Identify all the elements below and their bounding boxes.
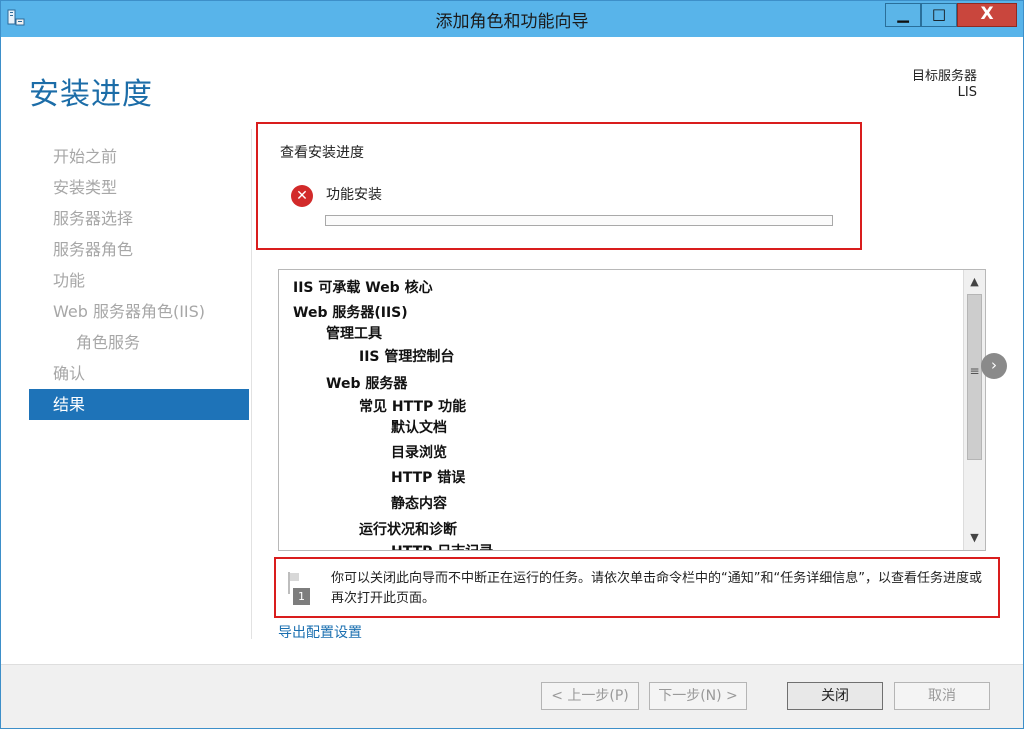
grip-icon: ≡ <box>969 364 980 378</box>
nav-item-features[interactable]: 功能 <box>29 265 249 296</box>
close-button[interactable]: 关闭 <box>787 682 883 710</box>
scroll-up-icon[interactable]: ▲ <box>964 272 985 292</box>
error-icon: ✕ <box>291 185 313 207</box>
vertical-scrollbar[interactable]: ▲ ≡ ▼ <box>963 270 985 550</box>
wizard-window: 添加角色和功能向导 ▁ □ X 安装进度 目标服务器 LIS 开始之前 安装类型… <box>0 0 1024 729</box>
features-list[interactable]: IIS 可承载 Web 核心 Web 服务器(IIS) 管理工具 IIS 管理控制台 W… <box>278 269 986 551</box>
target-server-name: LIS <box>957 85 977 100</box>
nav-item-server-selection[interactable]: 服务器选择 <box>29 203 249 234</box>
nav-item-role-services[interactable]: 角色服务 <box>29 327 249 358</box>
window-title: 添加角色和功能向导 <box>435 12 589 32</box>
wizard-nav: 开始之前 安装类型 服务器选择 服务器角色 功能 Web 服务器角色(IIS) … <box>29 141 249 420</box>
feature-list-item: 静态内容 <box>391 496 447 512</box>
nav-item-results[interactable]: 结果 <box>29 389 249 420</box>
target-server-info: 目标服务器 LIS <box>912 69 977 101</box>
notification-count-badge: 1 <box>293 588 310 605</box>
close-window-button[interactable]: X <box>957 3 1017 27</box>
button-bar: < 上一步(P) 下一步(N) > 关闭 取消 <box>1 664 1023 728</box>
feature-install-label: 功能安装 <box>326 187 382 203</box>
feature-list-item: HTTP 日志记录 <box>391 541 493 550</box>
features-list-content: IIS 可承载 Web 核心 Web 服务器(IIS) 管理工具 IIS 管理控制台 W… <box>279 270 963 550</box>
nav-item-before-you-begin[interactable]: 开始之前 <box>29 141 249 172</box>
feature-list-item: 运行状况和诊断 <box>359 522 457 538</box>
scroll-down-icon[interactable]: ▼ <box>964 528 985 548</box>
minimize-icon: ▁ <box>897 5 909 23</box>
feature-list-item: Web 服务器 <box>326 376 408 392</box>
feature-list-item: 管理工具 <box>326 326 382 342</box>
maximize-button[interactable]: □ <box>921 3 957 27</box>
page-title: 安装进度 <box>29 77 153 112</box>
feature-list-item: 目录浏览 <box>391 445 447 461</box>
nav-item-web-server-role[interactable]: Web 服务器角色(IIS) <box>29 296 249 327</box>
install-progress-bar <box>325 215 833 226</box>
feature-list-item: IIS 管理控制台 <box>359 349 455 365</box>
progress-title: 查看安装进度 <box>280 145 364 161</box>
notification-text: 你可以关闭此向导而不中断正在运行的任务。请依次单击命令栏中的“通知”和“任务详细… <box>331 571 982 606</box>
feature-list-item: 常见 HTTP 功能 <box>359 399 467 415</box>
feature-list-item: IIS 可承载 Web 核心 <box>293 280 433 296</box>
nav-item-confirmation[interactable]: 确认 <box>29 358 249 389</box>
target-server-label: 目标服务器 <box>911 69 977 84</box>
install-progress-panel: 查看安装进度 ✕ 功能安装 <box>256 122 862 250</box>
maximize-icon: □ <box>931 5 947 23</box>
nav-divider <box>251 129 252 639</box>
next-button[interactable]: 下一步(N) > <box>649 682 747 710</box>
close-icon: X <box>980 4 994 24</box>
title-bar[interactable]: 添加角色和功能向导 ▁ □ X <box>1 1 1023 37</box>
previous-button[interactable]: < 上一步(P) <box>541 682 639 710</box>
feature-list-item: HTTP 错误 <box>391 470 466 486</box>
scroll-thumb[interactable]: ≡ <box>967 294 982 460</box>
notification-flag-icon: 1 <box>286 572 312 606</box>
cancel-button[interactable]: 取消 <box>894 682 990 710</box>
chevron-right-icon[interactable]: › <box>981 353 1007 379</box>
feature-list-item: 默认文档 <box>391 420 447 436</box>
minimize-button[interactable]: ▁ <box>885 3 921 27</box>
nav-item-installation-type[interactable]: 安装类型 <box>29 172 249 203</box>
export-config-link[interactable]: 导出配置设置 <box>278 622 362 642</box>
notification-panel: 1 你可以关闭此向导而不中断正在运行的任务。请依次单击命令栏中的“通知”和“任务… <box>274 557 1000 618</box>
flag-cloth <box>290 573 299 581</box>
feature-list-item: Web 服务器(IIS) <box>293 305 408 321</box>
nav-item-server-roles[interactable]: 服务器角色 <box>29 234 249 265</box>
